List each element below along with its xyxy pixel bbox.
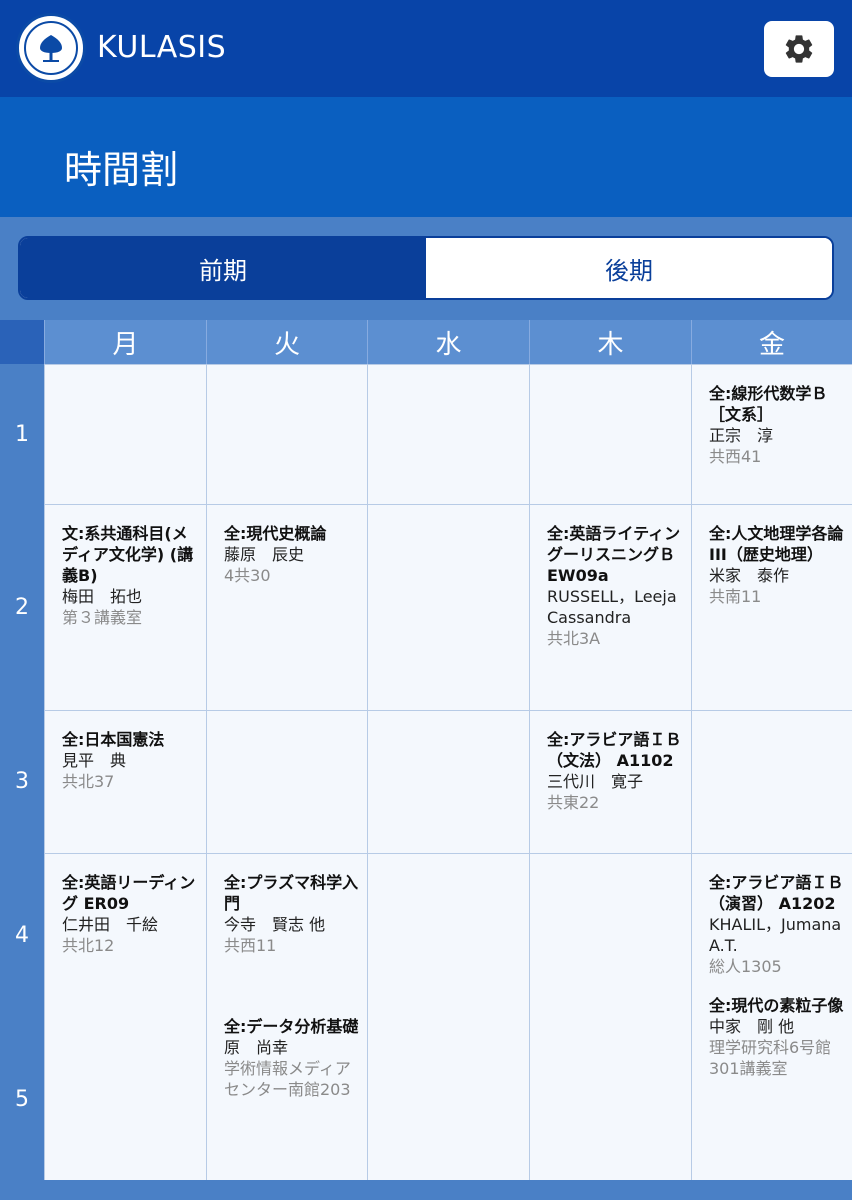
course-entry[interactable]: 全:現代の素粒子像 中家 剛 他 理学研究科6号館301講義室 [709, 995, 846, 1079]
course-teacher: 米家 泰作 [709, 566, 790, 585]
period-label-2: 2 [0, 504, 44, 710]
course-room: 共西41 [709, 447, 762, 466]
period-label-4: 4 [0, 853, 44, 1018]
course-name: 全:アラビア語ＩＢ（文法） A1102 [547, 730, 682, 770]
timetable-cell-p3-tue[interactable] [206, 710, 367, 853]
course-room: 4共30 [224, 566, 271, 585]
timetable-cell-p2-thu[interactable]: 全:英語ライティングーリスニングＢ EW09a RUSSELL，Leeja Ca… [529, 504, 691, 710]
course-entry[interactable]: 全:プラズマ科学入門 今寺 賢志 他 共西11 [224, 872, 361, 956]
course-room: 学術情報メディアセンター南館203 [224, 1059, 351, 1099]
timetable-cell-p3-fri[interactable] [691, 710, 852, 853]
course-room: 共西11 [224, 936, 277, 955]
title-band: 時間割 [0, 97, 852, 217]
timetable-cell-p2-wed[interactable] [367, 504, 529, 710]
term-toggle: 前期 後期 [18, 236, 834, 300]
course-entry[interactable]: 全:現代史概論 藤原 辰史 4共30 [224, 523, 361, 586]
timetable-cell-p2-fri[interactable]: 全:人文地理学各論III（歴史地理） 米家 泰作 共南11 [691, 504, 852, 710]
course-name: 全:アラビア語ＩＢ（演習） A1202 [709, 873, 844, 913]
term-tab-first[interactable]: 前期 [20, 238, 426, 298]
grid-corner [0, 320, 44, 364]
course-name: 全:人文地理学各論III（歴史地理） [709, 524, 844, 564]
course-name: 全:日本国憲法 [62, 730, 165, 749]
course-room: 共北37 [62, 772, 115, 791]
course-entry[interactable]: 全:アラビア語ＩＢ（演習） A1202 KHALIL，Jumana A.T. 総… [709, 872, 846, 977]
course-teacher: 三代川 寛子 [547, 772, 644, 791]
course-name: 文:系共通科目(メディア文化学) (講義B) [62, 524, 194, 585]
course-teacher: 正宗 淳 [709, 426, 774, 445]
top-bar: KULASIS [0, 0, 852, 97]
course-name: 全:現代の素粒子像 [709, 996, 844, 1015]
course-teacher: 原 尚幸 [224, 1038, 289, 1057]
timetable-cell-p4-tue[interactable]: 全:プラズマ科学入門 今寺 賢志 他 共西11 全:データ分析基礎 原 尚幸 学… [206, 853, 367, 1180]
bottom-band [0, 1180, 852, 1200]
timetable-cell-p1-mon[interactable] [44, 364, 206, 504]
course-teacher: 見平 典 [62, 751, 127, 770]
timetable-cell-p1-thu[interactable] [529, 364, 691, 504]
course-room: 総人1305 [709, 957, 782, 976]
university-logo-icon [16, 13, 86, 83]
course-room: 共南11 [709, 587, 762, 606]
course-room: 共北12 [62, 936, 115, 955]
timetable-cell-p1-wed[interactable] [367, 364, 529, 504]
course-name: 全:現代史概論 [224, 524, 327, 543]
course-teacher: 藤原 辰史 [224, 545, 305, 564]
course-name: 全:プラズマ科学入門 [224, 873, 359, 913]
course-name: 全:英語ライティングーリスニングＢ EW09a [547, 524, 681, 585]
course-teacher: RUSSELL，Leeja Cassandra [547, 587, 677, 627]
course-room: 理学研究科6号館301講義室 [709, 1038, 832, 1078]
course-entry[interactable]: 全:英語ライティングーリスニングＢ EW09a RUSSELL，Leeja Ca… [547, 523, 685, 649]
settings-button[interactable] [764, 21, 834, 77]
day-header-tue: 火 [206, 320, 367, 364]
course-entry[interactable]: 全:データ分析基礎 原 尚幸 学術情報メディアセンター南館203 [224, 1016, 361, 1100]
timetable-cell-p1-tue[interactable] [206, 364, 367, 504]
timetable-cell-p3-thu[interactable]: 全:アラビア語ＩＢ（文法） A1102 三代川 寛子 共東22 [529, 710, 691, 853]
course-teacher: 梅田 拓也 [62, 587, 143, 606]
course-entry[interactable]: 文:系共通科目(メディア文化学) (講義B) 梅田 拓也 第３講義室 [62, 523, 200, 628]
gear-icon [785, 35, 813, 63]
app-title: KULASIS [97, 30, 227, 65]
timetable-cell-p4-fri[interactable]: 全:アラビア語ＩＢ（演習） A1202 KHALIL，Jumana A.T. 総… [691, 853, 852, 1180]
course-teacher: 中家 剛 他 [709, 1017, 795, 1036]
timetable-cell-p2-mon[interactable]: 文:系共通科目(メディア文化学) (講義B) 梅田 拓也 第３講義室 [44, 504, 206, 710]
course-room: 共東22 [547, 793, 600, 812]
course-name: 全:データ分析基礎 [224, 1017, 359, 1036]
course-teacher: 仁井田 千絵 [62, 915, 159, 934]
timetable-cell-p3-wed[interactable] [367, 710, 529, 853]
course-room: 第３講義室 [62, 608, 143, 627]
day-header-fri: 金 [691, 320, 852, 364]
course-name: 全:英語リーディング ER09 [62, 873, 196, 913]
course-entry[interactable]: 全:アラビア語ＩＢ（文法） A1102 三代川 寛子 共東22 [547, 729, 685, 813]
day-header-thu: 木 [529, 320, 691, 364]
course-name: 全:線形代数学Ｂ［文系］ [709, 384, 828, 424]
period-label-3: 3 [0, 710, 44, 853]
course-entry[interactable]: 全:日本国憲法 見平 典 共北37 [62, 729, 200, 792]
page-title: 時間割 [64, 148, 179, 192]
timetable-cell-p2-tue[interactable]: 全:現代史概論 藤原 辰史 4共30 [206, 504, 367, 710]
course-teacher: KHALIL，Jumana A.T. [709, 915, 842, 955]
timetable-cell-p1-fri[interactable]: 全:線形代数学Ｂ［文系］ 正宗 淳 共西41 [691, 364, 852, 504]
period-label-1: 1 [0, 364, 44, 504]
timetable-cell-p4-mon[interactable]: 全:英語リーディング ER09 仁井田 千絵 共北12 [44, 853, 206, 1180]
term-tab-second[interactable]: 後期 [426, 238, 832, 298]
course-entry[interactable]: 全:英語リーディング ER09 仁井田 千絵 共北12 [62, 872, 200, 956]
timetable-cell-p3-mon[interactable]: 全:日本国憲法 見平 典 共北37 [44, 710, 206, 853]
timetable-cell-p4-wed[interactable] [367, 853, 529, 1180]
day-header-wed: 水 [367, 320, 529, 364]
course-entry[interactable]: 全:人文地理学各論III（歴史地理） 米家 泰作 共南11 [709, 523, 846, 607]
day-header-mon: 月 [44, 320, 206, 364]
course-teacher: 今寺 賢志 他 [224, 915, 326, 934]
course-entry[interactable]: 全:線形代数学Ｂ［文系］ 正宗 淳 共西41 [709, 383, 846, 467]
timetable-cell-p4-thu[interactable] [529, 853, 691, 1180]
course-room: 共北3A [547, 629, 601, 648]
period-label-5: 5 [0, 1018, 44, 1180]
